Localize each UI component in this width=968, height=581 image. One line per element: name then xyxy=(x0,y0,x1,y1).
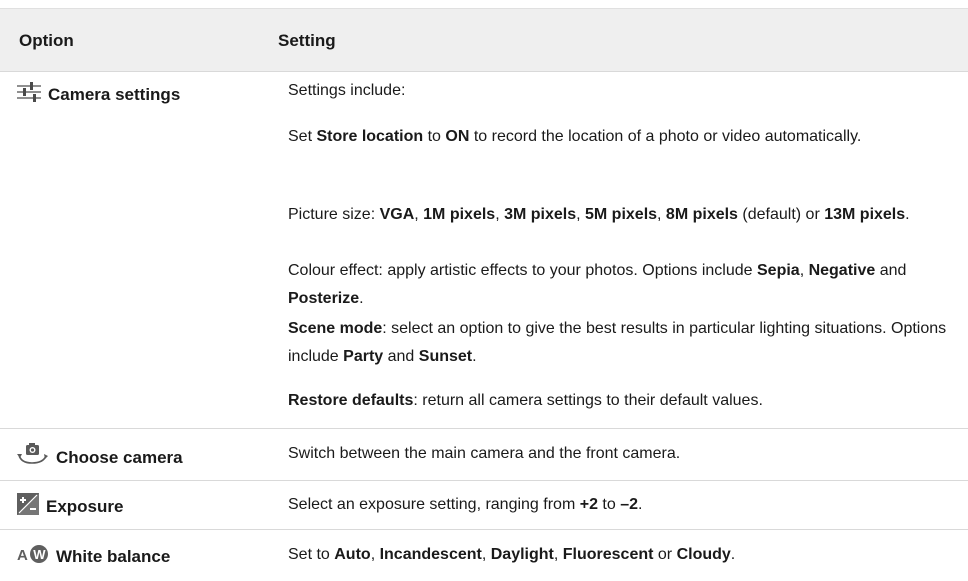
emphasis-text: Fluorescent xyxy=(562,546,654,563)
setting-text: , xyxy=(370,546,380,563)
setting-text: or xyxy=(653,546,677,563)
setting-text: , xyxy=(495,206,505,223)
svg-text:A: A xyxy=(17,547,28,564)
emphasis-text: Daylight xyxy=(490,546,554,563)
setting-paragraph: Select an exposure setting, ranging from… xyxy=(288,491,963,519)
emphasis-text: Restore defaults xyxy=(288,392,414,409)
emphasis-text: –2 xyxy=(620,496,638,513)
setting-paragraph: Set Store location to ON to record the l… xyxy=(288,123,963,151)
table-row: A W White balance Set to Auto, Incandesc… xyxy=(0,530,968,581)
setting-text: Picture size: xyxy=(288,206,380,223)
setting-text: Select an exposure setting, ranging from xyxy=(288,496,580,513)
setting-paragraph: Set to Auto, Incandescent, Daylight, Flu… xyxy=(288,541,963,569)
table-row: Choose camera Switch between the main ca… xyxy=(0,429,968,481)
exposure-icon xyxy=(16,492,40,521)
setting-text: . xyxy=(472,348,477,365)
setting-paragraph: Switch between the main camera and the f… xyxy=(288,440,963,468)
emphasis-text: Incandescent xyxy=(379,546,482,563)
setting-text: , xyxy=(576,206,585,223)
emphasis-text: Scene mode xyxy=(288,320,383,337)
emphasis-text: Store location xyxy=(316,128,424,145)
emphasis-text: Negative xyxy=(808,262,876,279)
setting-text: (default) or xyxy=(737,206,825,223)
option-cell: Camera settings xyxy=(16,81,180,108)
emphasis-text: +2 xyxy=(579,496,598,513)
setting-text: . xyxy=(905,206,910,223)
svg-text:W: W xyxy=(33,547,46,562)
setting-text: . xyxy=(730,546,736,563)
emphasis-text: 3M pixels xyxy=(504,206,577,223)
white-balance-auto-icon: A W xyxy=(16,542,50,571)
table-row: Exposure Select an exposure setting, ran… xyxy=(0,481,968,530)
emphasis-text: Posterize xyxy=(288,290,360,307)
option-label: Exposure xyxy=(46,496,124,516)
option-cell: Choose camera xyxy=(16,442,183,473)
emphasis-text: 5M pixels xyxy=(585,206,658,223)
setting-paragraph: Scene mode: select an option to give the… xyxy=(288,315,963,371)
setting-text: and xyxy=(383,348,419,365)
emphasis-text: ON xyxy=(445,128,470,145)
emphasis-text: 1M pixels xyxy=(423,206,496,223)
setting-text: Set to xyxy=(288,546,335,563)
setting-text: . xyxy=(359,290,364,307)
setting-text: , xyxy=(414,206,424,223)
setting-paragraph: Colour effect: apply artistic effects to… xyxy=(288,257,963,313)
emphasis-text: Sepia xyxy=(757,262,800,279)
setting-text: , xyxy=(553,546,563,563)
emphasis-text: 13M pixels xyxy=(824,206,906,223)
emphasis-text: Cloudy xyxy=(676,546,731,563)
setting-text: . xyxy=(638,496,643,513)
emphasis-text: VGA xyxy=(379,206,415,223)
emphasis-text: Party xyxy=(343,348,384,365)
setting-text: Switch between the main camera and the f… xyxy=(288,445,681,462)
setting-text: Set xyxy=(288,128,317,145)
sliders-icon xyxy=(16,81,42,108)
setting-paragraph: Restore defaults: return all camera sett… xyxy=(288,387,963,415)
option-label: Camera settings xyxy=(48,84,181,104)
emphasis-text: Auto xyxy=(334,546,371,563)
emphasis-text: Sunset xyxy=(418,348,473,365)
setting-text: : return all camera settings to their de… xyxy=(413,392,763,409)
setting-text: to xyxy=(423,128,446,145)
setting-text: to xyxy=(597,496,621,513)
table-row: Camera settings Settings include: Set St… xyxy=(0,71,968,429)
setting-text: , xyxy=(799,262,809,279)
option-label: White balance xyxy=(56,546,171,566)
setting-text: , xyxy=(481,546,491,563)
setting-text: Settings include: xyxy=(288,82,406,99)
option-cell: Exposure xyxy=(16,492,123,521)
option-cell: A W White balance xyxy=(16,542,170,571)
setting-text: , xyxy=(657,206,666,223)
emphasis-text: 8M pixels xyxy=(665,206,738,223)
setting-text: Colour effect: apply artistic effects to… xyxy=(288,262,757,279)
setting-text: to record the location of a photo or vid… xyxy=(469,128,862,145)
table-header: Option Setting xyxy=(0,8,968,72)
setting-text: and xyxy=(875,262,907,279)
setting-paragraph: Picture size: VGA, 1M pixels, 3M pixels,… xyxy=(288,201,963,229)
option-label: Choose camera xyxy=(56,447,183,467)
switch-camera-icon xyxy=(16,442,50,473)
setting-column-header: Setting xyxy=(278,31,336,50)
setting-paragraph: Settings include: xyxy=(288,77,963,105)
option-column-header: Option xyxy=(19,31,74,50)
